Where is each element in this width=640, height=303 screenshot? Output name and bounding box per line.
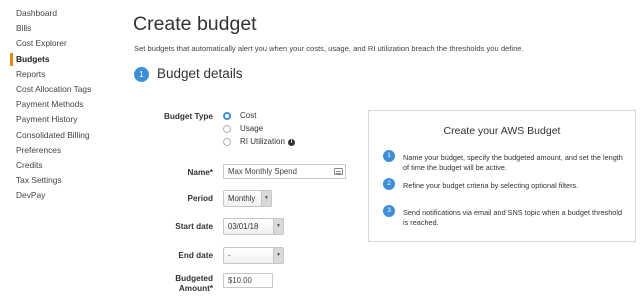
step-3-badge: 3 xyxy=(383,205,395,217)
budgeted-amount-input[interactable]: $10.00 xyxy=(223,273,273,288)
step-1-text: Name your budget, specify the budgeted a… xyxy=(403,153,623,172)
step-2-badge: 2 xyxy=(383,178,395,190)
sidebar-item-preferences[interactable]: Preferences xyxy=(0,143,125,158)
sidebar-item-reports[interactable]: Reports xyxy=(0,67,125,82)
budgeted-amount-label-line1: Budgeted xyxy=(175,274,213,283)
chevron-down-icon: ▼ xyxy=(261,191,271,206)
section-number-badge: 1 xyxy=(134,67,149,82)
sidebar-item-budgets[interactable]: Budgets xyxy=(0,52,125,67)
start-date-select-value: 03/01/18 xyxy=(228,222,259,231)
autofill-card-icon[interactable] xyxy=(334,168,343,175)
section-title: Budget details xyxy=(157,66,243,81)
budget-type-usage-label[interactable]: Usage xyxy=(240,124,263,133)
sidebar-item-devpay[interactable]: DevPay xyxy=(0,188,125,203)
page-subtitle: Set budgets that automatically alert you… xyxy=(134,44,524,53)
name-label: Name* xyxy=(187,168,214,177)
period-select[interactable]: Monthly ▼ xyxy=(223,190,272,207)
budget-type-label: Budget Type xyxy=(164,112,213,121)
budget-type-ri-utilization-label[interactable]: RI Utilization xyxy=(240,137,285,146)
sidebar-item-payment-methods[interactable]: Payment Methods xyxy=(0,97,125,112)
sidebar-item-tax-settings[interactable]: Tax Settings xyxy=(0,173,125,188)
budget-type-cost-radio[interactable] xyxy=(223,112,231,120)
name-input[interactable]: Max Monthly Spend xyxy=(223,164,346,179)
end-date-select-value: - xyxy=(228,251,231,260)
start-date-select[interactable]: 03/01/18 ▼ xyxy=(223,218,284,235)
period-select-value: Monthly xyxy=(228,194,256,203)
chevron-down-icon: ▼ xyxy=(273,219,283,234)
step-2-text: Refine your budget criteria by selecting… xyxy=(403,181,579,190)
create-budget-help-panel: Create your AWS Budget 1 Name your budge… xyxy=(368,110,636,242)
name-input-value: Max Monthly Spend xyxy=(228,167,297,176)
period-label: Period xyxy=(187,194,213,203)
budget-type-usage-radio[interactable] xyxy=(223,125,231,133)
info-icon[interactable]: i xyxy=(288,138,295,146)
budget-type-cost-label[interactable]: Cost xyxy=(240,111,256,120)
sidebar-item-consolidated-billing[interactable]: Consolidated Billing xyxy=(0,128,125,143)
end-date-select[interactable]: - ▼ xyxy=(223,247,284,264)
end-date-label: End date xyxy=(178,251,213,260)
sidebar-nav: Dashboard Bills Cost Explorer Budgets Re… xyxy=(0,6,125,203)
sidebar-item-cost-explorer[interactable]: Cost Explorer xyxy=(0,36,125,51)
step-3-text: Send notifications via email and SNS top… xyxy=(403,208,623,227)
sidebar-item-credits[interactable]: Credits xyxy=(0,158,125,173)
start-date-label: Start date xyxy=(175,222,213,231)
sidebar-item-bills[interactable]: Bills xyxy=(0,21,125,36)
help-panel-title: Create your AWS Budget xyxy=(443,125,561,137)
step-1-badge: 1 xyxy=(383,150,395,162)
page-title: Create budget xyxy=(133,13,257,35)
budget-type-ri-utilization-radio[interactable] xyxy=(223,138,231,146)
budgeted-amount-label-line2: Amount* xyxy=(178,284,213,293)
budgeted-amount-input-value: $10.00 xyxy=(228,276,252,285)
sidebar-item-dashboard[interactable]: Dashboard xyxy=(0,6,125,21)
sidebar-item-payment-history[interactable]: Payment History xyxy=(0,112,125,127)
sidebar-item-cost-allocation-tags[interactable]: Cost Allocation Tags xyxy=(0,82,125,97)
chevron-down-icon: ▼ xyxy=(273,248,283,263)
